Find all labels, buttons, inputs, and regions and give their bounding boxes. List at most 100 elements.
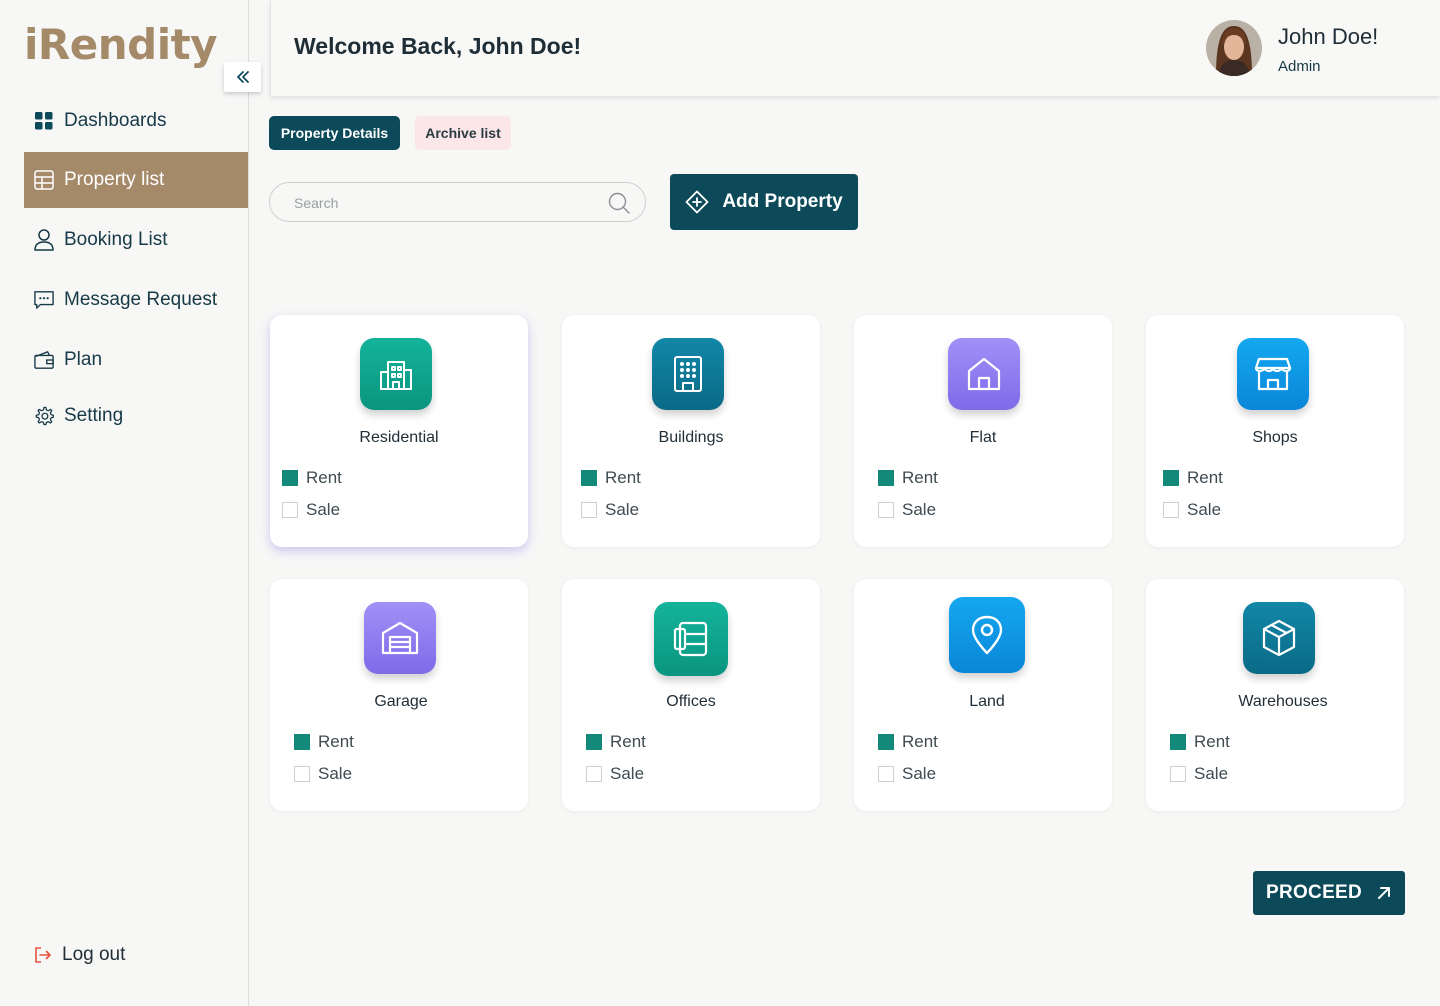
sidebar: iRendity Dashboards Property list Bookin… (0, 0, 261, 1006)
sidebar-item-label: Setting (64, 405, 124, 426)
rent-checkbox[interactable] (1163, 470, 1179, 486)
sale-checkbox[interactable] (294, 766, 310, 782)
shop-icon (1237, 338, 1309, 410)
card-title: Residential (359, 429, 439, 446)
sidebar-item-booking-list[interactable]: Booking List (24, 212, 248, 268)
avatar[interactable] (1206, 20, 1262, 76)
sale-option[interactable]: Sale (581, 500, 639, 520)
sale-label: Sale (902, 500, 937, 519)
sale-option[interactable]: Sale (1163, 500, 1221, 520)
sale-option[interactable]: Sale (282, 500, 340, 520)
rent-option[interactable]: Rent (282, 468, 342, 488)
sidebar-item-plan[interactable]: Plan (24, 332, 248, 388)
rent-label: Rent (902, 732, 938, 751)
rent-option[interactable]: Rent (1170, 732, 1230, 752)
search-input[interactable] (294, 193, 594, 213)
sale-checkbox[interactable] (878, 766, 894, 782)
user-role: Admin (1278, 58, 1321, 75)
sidebar-item-dashboards[interactable]: Dashboards (24, 93, 248, 149)
property-card-flat[interactable]: Flat Rent Sale (854, 315, 1112, 547)
rent-label: Rent (306, 468, 342, 487)
collapse-sidebar-button[interactable] (224, 62, 261, 92)
rent-option[interactable]: Rent (586, 732, 646, 752)
sale-label: Sale (1187, 500, 1222, 519)
add-property-button[interactable]: Add Property (670, 174, 858, 230)
rent-checkbox[interactable] (878, 470, 894, 486)
top-header: Welcome Back, John Doe! John Doe! Admin (270, 0, 1440, 96)
rent-label: Rent (605, 468, 641, 487)
rent-option[interactable]: Rent (294, 732, 354, 752)
logout-label: Log out (62, 944, 126, 965)
rent-option[interactable]: Rent (878, 468, 938, 488)
property-card-land[interactable]: Land Rent Sale (854, 579, 1112, 811)
sidebar-item-label: Property list (64, 169, 165, 190)
card-title: Shops (1252, 429, 1298, 446)
sidebar-item-label: Plan (64, 349, 103, 370)
sale-checkbox[interactable] (581, 502, 597, 518)
search-icon[interactable] (608, 192, 630, 219)
gear-icon (34, 406, 54, 426)
rent-checkbox[interactable] (1170, 734, 1186, 750)
sale-option[interactable]: Sale (294, 764, 352, 784)
property-card-shops[interactable]: Shops Rent Sale (1146, 315, 1404, 547)
sidebar-item-property-list[interactable]: Property list (24, 152, 248, 208)
sale-checkbox[interactable] (586, 766, 602, 782)
grid-icon (34, 111, 54, 131)
property-card-warehouses[interactable]: Warehouses Rent Sale (1146, 579, 1404, 811)
sidebar-item-setting[interactable]: Setting (24, 388, 248, 444)
sale-label: Sale (610, 764, 645, 783)
rent-checkbox[interactable] (878, 734, 894, 750)
sale-checkbox[interactable] (878, 502, 894, 518)
card-title: Land (969, 693, 1005, 710)
card-title: Buildings (658, 429, 724, 446)
sidebar-item-label: Dashboards (64, 110, 167, 131)
table-icon (34, 170, 54, 190)
tab-property-details[interactable]: Property Details (269, 116, 400, 150)
proceed-button[interactable]: PROCEED (1253, 871, 1405, 915)
rent-checkbox[interactable] (294, 734, 310, 750)
sale-option[interactable]: Sale (878, 500, 936, 520)
sale-checkbox[interactable] (282, 502, 298, 518)
plus-diamond-icon (685, 190, 709, 214)
wallet-icon (34, 350, 54, 370)
sale-label: Sale (902, 764, 937, 783)
card-title: Garage (374, 693, 428, 710)
sale-label: Sale (605, 500, 640, 519)
rent-label: Rent (610, 732, 646, 751)
sale-checkbox[interactable] (1163, 502, 1179, 518)
message-icon (34, 290, 54, 310)
user-name: John Doe! (1278, 24, 1379, 49)
user-icon (34, 229, 54, 251)
property-card-garage[interactable]: Garage Rent Sale (270, 579, 528, 811)
sidebar-item-label: Message Request (64, 289, 218, 310)
rent-label: Rent (1187, 468, 1223, 487)
property-card-buildings[interactable]: Buildings Rent Sale (562, 315, 820, 547)
sale-option[interactable]: Sale (1170, 764, 1228, 784)
property-card-residential[interactable]: Residential Rent Sale (270, 315, 528, 547)
rent-checkbox[interactable] (282, 470, 298, 486)
app-logo[interactable]: iRendity (24, 20, 218, 69)
sale-option[interactable]: Sale (878, 764, 936, 784)
sale-checkbox[interactable] (1170, 766, 1186, 782)
residential-icon (360, 338, 432, 410)
logout-button[interactable]: Log out (34, 944, 125, 966)
sale-option[interactable]: Sale (586, 764, 644, 784)
rent-option[interactable]: Rent (581, 468, 641, 488)
rent-option[interactable]: Rent (878, 732, 938, 752)
box-icon (1243, 602, 1315, 674)
card-title: Flat (969, 429, 997, 446)
sale-label: Sale (1194, 764, 1229, 783)
rent-checkbox[interactable] (586, 734, 602, 750)
sidebar-item-label: Booking List (64, 229, 168, 250)
search-box (269, 182, 646, 222)
property-card-offices[interactable]: Offices Rent Sale (562, 579, 820, 811)
sale-label: Sale (318, 764, 353, 783)
sidebar-item-message-request[interactable]: Message Request (24, 272, 248, 328)
card-title: Warehouses (1238, 693, 1328, 710)
tab-archive-list[interactable]: Archive list (415, 116, 511, 150)
rent-option[interactable]: Rent (1163, 468, 1223, 488)
rent-checkbox[interactable] (581, 470, 597, 486)
rent-label: Rent (318, 732, 354, 751)
chevrons-left-icon (236, 71, 249, 83)
welcome-message: Welcome Back, John Doe! (294, 33, 582, 59)
